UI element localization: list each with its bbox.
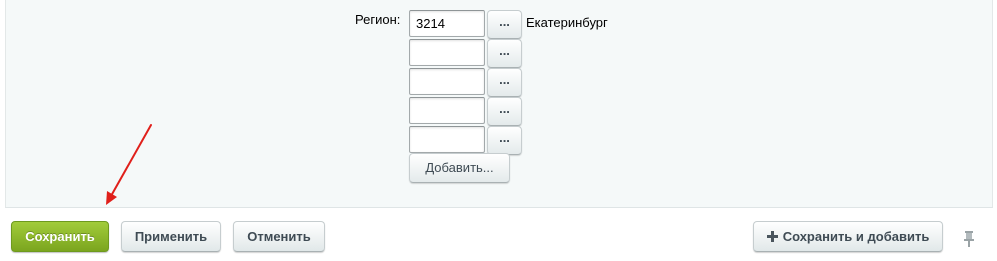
region-browse-button[interactable]: ... <box>487 126 522 155</box>
save-and-add-button[interactable]: Сохранить и добавить <box>753 221 943 252</box>
add-region-button[interactable]: Добавить... <box>409 153 510 183</box>
region-name: Екатеринбург <box>526 15 608 30</box>
region-id-input[interactable] <box>409 39 485 66</box>
region-label: Регион: <box>355 12 401 27</box>
pin-icon[interactable] <box>963 231 975 247</box>
region-id-input[interactable] <box>409 10 485 37</box>
region-id-input[interactable] <box>409 126 485 153</box>
region-id-input[interactable] <box>409 68 485 95</box>
save-and-add-label: Сохранить и добавить <box>782 229 930 244</box>
region-browse-button[interactable]: ... <box>487 68 522 97</box>
region-browse-button[interactable]: ... <box>487 97 522 126</box>
cancel-button[interactable]: Отменить <box>233 221 325 252</box>
save-button[interactable]: Сохранить <box>11 221 109 252</box>
region-row: ... <box>409 68 669 97</box>
region-row: ... <box>409 97 669 126</box>
plus-icon <box>766 231 778 242</box>
region-row: ... Екатеринбург <box>409 10 669 39</box>
region-id-input[interactable] <box>409 97 485 124</box>
form-panel: Регион: ... Екатеринбург ... ... ... ...… <box>5 0 993 208</box>
region-row: ... <box>409 126 669 155</box>
region-row: ... <box>409 39 669 68</box>
apply-button[interactable]: Применить <box>121 221 221 252</box>
region-browse-button[interactable]: ... <box>487 39 522 68</box>
region-browse-button[interactable]: ... <box>487 10 522 39</box>
